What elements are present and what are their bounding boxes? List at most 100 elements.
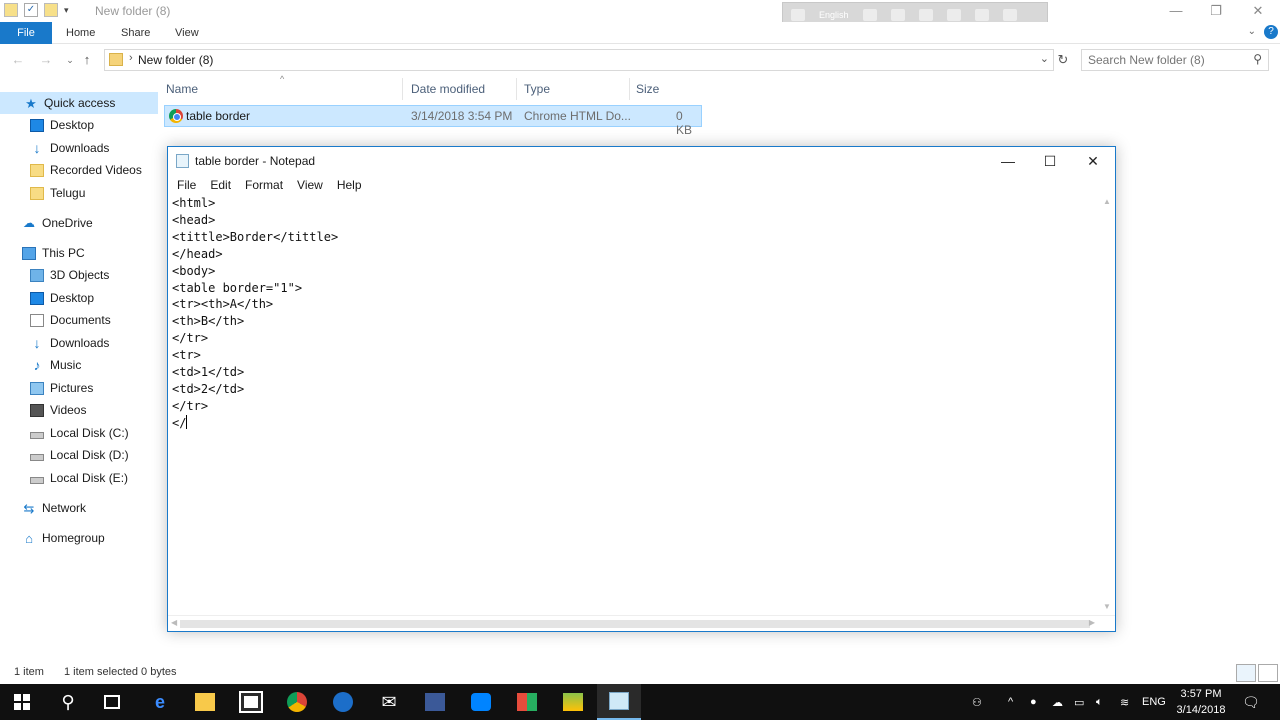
- menu-format[interactable]: Format: [238, 175, 290, 195]
- maximize-button[interactable]: ☐: [1028, 147, 1072, 175]
- tab-file[interactable]: File: [0, 22, 52, 44]
- help-icon[interactable]: ?: [1264, 25, 1278, 39]
- taskbar-messenger[interactable]: [459, 684, 503, 720]
- notepad-text-area[interactable]: <html> <head> <tittle>Border</tittle> </…: [170, 195, 1100, 615]
- tab-share[interactable]: Share: [109, 22, 162, 44]
- minimize-button[interactable]: —: [986, 147, 1030, 175]
- search-icon[interactable]: ⚲: [1253, 52, 1262, 66]
- vertical-scrollbar[interactable]: ▲ ▼: [1099, 195, 1115, 615]
- scroll-right-icon[interactable]: ▶: [1089, 618, 1095, 627]
- table-row[interactable]: table border 3/14/2018 3:54 PM Chrome HT…: [164, 105, 702, 137]
- taskbar-facebook[interactable]: [413, 684, 457, 720]
- chevron-down-icon[interactable]: ⌄: [1040, 52, 1049, 65]
- sidebar-item-music[interactable]: ♪ Music: [0, 354, 158, 376]
- action-center-icon[interactable]: 🗨︎: [1242, 684, 1260, 720]
- sidebar-item-homegroup[interactable]: ⌂ Homegroup: [0, 527, 158, 549]
- sidebar-item-desktop[interactable]: Desktop: [0, 287, 158, 309]
- taskbar-office[interactable]: [505, 684, 549, 720]
- tab-view[interactable]: View: [163, 22, 211, 44]
- taskbar-imo[interactable]: [321, 684, 365, 720]
- menu-edit[interactable]: Edit: [203, 175, 238, 195]
- restore-button[interactable]: ❐: [1196, 0, 1236, 22]
- search-input[interactable]: [1082, 50, 1242, 70]
- show-hidden-icons[interactable]: ^: [1008, 684, 1013, 720]
- taskbar-file-explorer[interactable]: [183, 684, 227, 720]
- taskbar-notepad[interactable]: [597, 684, 641, 720]
- properties-icon[interactable]: ✓: [24, 3, 38, 17]
- sidebar-item-local-disk-e[interactable]: Local Disk (E:): [0, 467, 158, 489]
- search-box[interactable]: ⚲: [1081, 49, 1269, 71]
- taskbar-search-button[interactable]: ⚲: [46, 684, 90, 720]
- large-icons-view-button[interactable]: [1258, 664, 1278, 682]
- sidebar-item-documents[interactable]: Documents: [0, 309, 158, 331]
- language-indicator[interactable]: ENG: [1142, 684, 1166, 720]
- back-icon[interactable]: ←: [10, 52, 26, 68]
- forward-icon[interactable]: →: [38, 52, 54, 68]
- sidebar-item-label: Downloads: [50, 336, 110, 350]
- minimize-button[interactable]: —: [1156, 0, 1196, 22]
- sidebar-item-recorded-videos[interactable]: Recorded Videos: [0, 159, 158, 181]
- sidebar-item-3d-objects[interactable]: 3D Objects: [0, 264, 158, 286]
- menu-view[interactable]: View: [290, 175, 330, 195]
- cloud-icon: ☁: [23, 215, 35, 230]
- sidebar-item-downloads[interactable]: ↓ Downloads: [0, 137, 158, 159]
- sidebar-item-pictures[interactable]: Pictures: [0, 377, 158, 399]
- sidebar-item-desktop[interactable]: Desktop: [0, 114, 158, 136]
- sidebar-item-local-disk-c[interactable]: Local Disk (C:): [0, 422, 158, 444]
- notepad-title-bar[interactable]: table border - Notepad — ☐ ✕: [168, 147, 1115, 175]
- sidebar-item-onedrive[interactable]: ☁ OneDrive: [0, 212, 158, 234]
- menu-help[interactable]: Help: [330, 175, 369, 195]
- column-divider[interactable]: [516, 78, 517, 100]
- task-view-button[interactable]: [90, 684, 134, 720]
- start-button[interactable]: [0, 684, 44, 720]
- scroll-down-icon[interactable]: ▼: [1103, 602, 1111, 611]
- clock[interactable]: 3:57 PM 3/14/2018: [1168, 686, 1234, 718]
- folder-icon: [4, 3, 18, 17]
- refresh-icon[interactable]: ↻: [1055, 52, 1071, 68]
- taskbar-store[interactable]: [229, 684, 273, 720]
- item-count: 1 item: [14, 666, 44, 678]
- horizontal-scrollbar[interactable]: ◀ ▶: [168, 615, 1115, 631]
- sidebar-item-label: Homegroup: [42, 531, 105, 545]
- taskbar-mail[interactable]: ✉: [367, 684, 411, 720]
- sidebar-item-downloads[interactable]: ↓ Downloads: [0, 332, 158, 354]
- column-header-size[interactable]: Size: [636, 82, 659, 96]
- address-path[interactable]: New folder (8): [138, 53, 213, 67]
- people-icon[interactable]: ⚇: [972, 684, 982, 720]
- file-name: table border: [186, 109, 251, 123]
- close-button[interactable]: ✕: [1238, 0, 1278, 22]
- scroll-up-icon[interactable]: ▲: [1103, 197, 1111, 206]
- expand-ribbon-icon[interactable]: ⌄: [1248, 26, 1256, 37]
- sidebar-item-this-pc[interactable]: This PC: [0, 242, 158, 264]
- wifi-icon[interactable]: ≋: [1120, 684, 1129, 720]
- sidebar-item-local-disk-d[interactable]: Local Disk (D:): [0, 444, 158, 466]
- battery-icon[interactable]: ▭: [1074, 684, 1084, 720]
- tray-app-icon[interactable]: ●: [1030, 684, 1037, 720]
- tab-home[interactable]: Home: [54, 22, 107, 44]
- new-folder-icon[interactable]: [44, 3, 58, 17]
- column-header-type[interactable]: Type: [524, 82, 550, 96]
- address-bar[interactable]: › New folder (8) ⌄: [104, 49, 1054, 71]
- volume-icon[interactable]: 🔈︎: [1096, 684, 1103, 720]
- column-divider[interactable]: [629, 78, 630, 100]
- sidebar-item-telugu[interactable]: Telugu: [0, 182, 158, 204]
- column-divider[interactable]: [402, 78, 403, 100]
- sidebar-item-network[interactable]: ⇆ Network: [0, 497, 158, 519]
- taskbar-bluestacks[interactable]: [551, 684, 595, 720]
- column-header-name[interactable]: Name: [166, 82, 198, 96]
- onedrive-icon[interactable]: ☁: [1052, 684, 1063, 720]
- scroll-left-icon[interactable]: ◀: [171, 618, 177, 627]
- menu-file[interactable]: File: [170, 175, 203, 195]
- customize-toolbar-icon[interactable]: ▾: [64, 5, 69, 16]
- taskbar-chrome[interactable]: [275, 684, 319, 720]
- close-button[interactable]: ✕: [1071, 147, 1115, 175]
- up-icon[interactable]: ↑: [79, 52, 95, 68]
- column-header-date-modified[interactable]: Date modified: [411, 82, 485, 96]
- chevron-right-icon[interactable]: ›: [129, 52, 133, 64]
- details-view-button[interactable]: [1236, 664, 1256, 682]
- sidebar-item-quick-access[interactable]: ★ Quick access: [0, 92, 158, 114]
- scrollbar-thumb[interactable]: [180, 620, 1090, 628]
- recent-locations-icon[interactable]: ⌄: [62, 52, 78, 68]
- sidebar-item-videos[interactable]: Videos: [0, 399, 158, 421]
- taskbar-edge[interactable]: e: [138, 684, 182, 720]
